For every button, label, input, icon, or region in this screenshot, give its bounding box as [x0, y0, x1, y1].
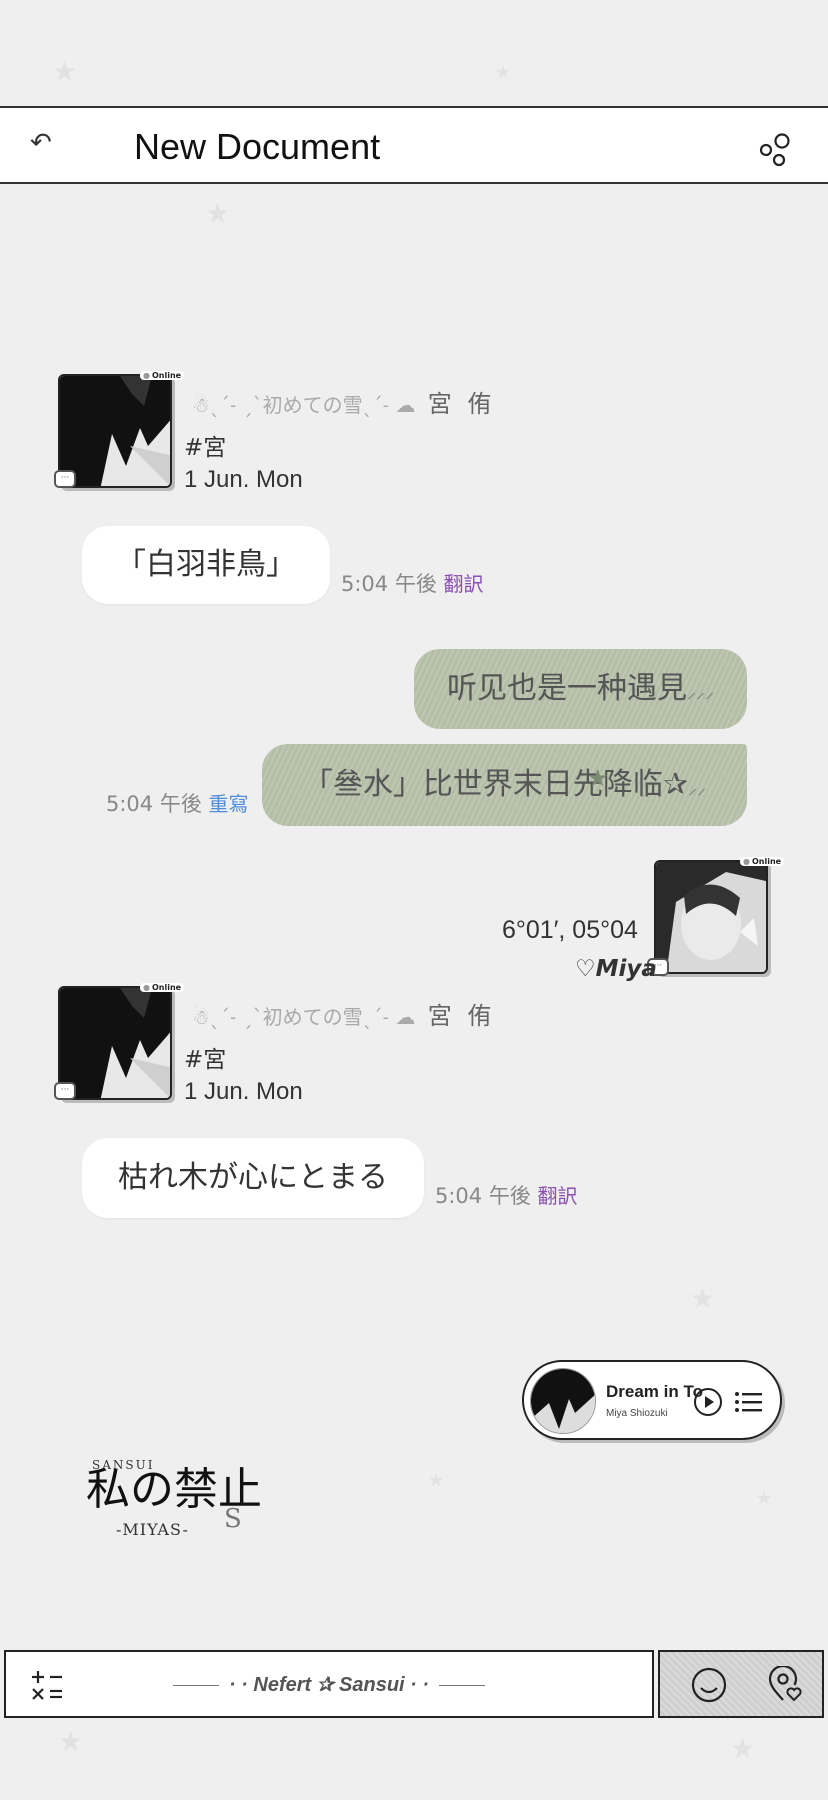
message-bubble-sent[interactable]: 听见也是一种遇見⸝⸝⸝: [414, 649, 747, 729]
background-star: ★: [205, 197, 231, 230]
document-title[interactable]: New Document: [134, 126, 380, 168]
logo-s: S: [224, 1504, 242, 1534]
online-badge: Online: [140, 371, 185, 380]
chat-bubble-icon[interactable]: ···: [54, 470, 76, 488]
coordinates-text: 6°01′, 05°04: [502, 916, 638, 944]
undo-arrow-icon[interactable]: ↶: [30, 128, 52, 158]
app-header: ↶ New Document: [0, 106, 828, 184]
message-time: 5:04 午後: [341, 572, 437, 596]
play-icon[interactable]: [694, 1388, 722, 1416]
profile-header-line: ☃ˎˊ˗ ˏˋ初めての雪ˎˊ˗ ☁ 宮 侑: [192, 996, 495, 1031]
avatar-image: [60, 376, 170, 486]
music-player-widget[interactable]: Dream in To Miya Shiozuki: [522, 1360, 782, 1440]
background-star: ★: [428, 1470, 445, 1491]
location-heart-icon[interactable]: [766, 1666, 804, 1704]
album-art: [530, 1368, 596, 1434]
message-bubble[interactable]: 枯れ木が心にとまる: [82, 1138, 424, 1218]
message-meta: 5:04 午後 重寫: [106, 788, 249, 818]
background-star: ★: [58, 1725, 84, 1758]
sansui-logo: SANSUI 私の禁止 -MIYAS- S: [78, 1440, 278, 1550]
logo-sub: -MIYAS-: [116, 1520, 189, 1539]
snow-text: ☃ˎˊ˗ ˏˋ初めての雪ˎˊ˗ ☁: [192, 393, 416, 417]
divider-line: [172, 1685, 219, 1687]
online-badge: Online: [740, 857, 785, 866]
snow-text: ☃ˎˊ˗ ˏˋ初めての雪ˎˊ˗ ☁: [192, 1005, 416, 1029]
chat-bubble-icon[interactable]: ···: [54, 1082, 76, 1100]
message-bubble-sent[interactable]: 「叄水」比世界末日先降临✰⸝⸝ ★: [262, 744, 747, 826]
message-meta: 5:04 午後 翻訳: [341, 568, 484, 598]
message-text: 「白羽非鳥」: [116, 547, 296, 582]
profile-date: 1 Jun. Mon: [184, 466, 303, 493]
divider-line: [439, 1685, 486, 1687]
footer-signature: · · Nefert ✰ Sansui · ·: [6, 1672, 652, 1697]
avatar-image: [656, 862, 766, 972]
profile-header-line: ☃ˎˊ˗ ˏˋ初めての雪ˎˊ˗ ☁ 宮 侑: [192, 384, 495, 419]
playlist-icon[interactable]: [734, 1390, 762, 1414]
background-star: ★: [730, 1732, 756, 1765]
message-bubble[interactable]: 「白羽非鳥」: [82, 526, 330, 604]
message-tail: ⸝⸝⸝: [687, 682, 714, 703]
profile-tag: #宮: [184, 1047, 227, 1073]
profile-tag: #宮: [184, 435, 227, 461]
profile-name: 宮 侑: [427, 1002, 496, 1030]
bottom-icon-panel: [658, 1650, 824, 1718]
bubbles-menu-icon[interactable]: [758, 132, 794, 168]
message-tail: ⸝⸝: [688, 778, 707, 799]
avatar[interactable]: [58, 374, 172, 488]
message-text: 「叄水」比世界末日先降临✰: [302, 767, 689, 802]
avatar[interactable]: [58, 986, 172, 1100]
smiley-icon[interactable]: [690, 1666, 728, 1704]
message-time: 5:04 午後: [106, 792, 202, 816]
message-meta: 5:04 午後 翻訳: [435, 1180, 578, 1210]
track-artist: Miya Shiozuki: [606, 1408, 668, 1419]
bottom-bar: · · Nefert ✰ Sansui · ·: [4, 1650, 654, 1718]
translate-link[interactable]: 翻訳: [538, 1184, 578, 1208]
profile-name: 宮 侑: [427, 390, 496, 418]
decorative-star-icon: ★: [587, 764, 609, 792]
track-title: Dream in To: [606, 1382, 703, 1401]
footer-text: · · Nefert ✰ Sansui · ·: [228, 1674, 430, 1696]
background-star: ★: [495, 62, 512, 83]
background-star: ★: [756, 1488, 773, 1509]
online-badge: Online: [140, 983, 185, 992]
background-star: ★: [690, 1282, 716, 1315]
message-text: 听见也是一种遇見: [447, 671, 687, 706]
translate-link[interactable]: 翻訳: [444, 572, 484, 596]
profile-name: ♡Miya: [575, 956, 657, 982]
profile-date: 1 Jun. Mon: [184, 1078, 303, 1105]
rewrite-link[interactable]: 重寫: [209, 792, 249, 816]
avatar-right[interactable]: [654, 860, 768, 974]
message-text: 枯れ木が心にとまる: [118, 1160, 388, 1195]
avatar-image: [60, 988, 170, 1098]
message-time: 5:04 午後: [435, 1184, 531, 1208]
background-star: ★: [52, 55, 78, 88]
